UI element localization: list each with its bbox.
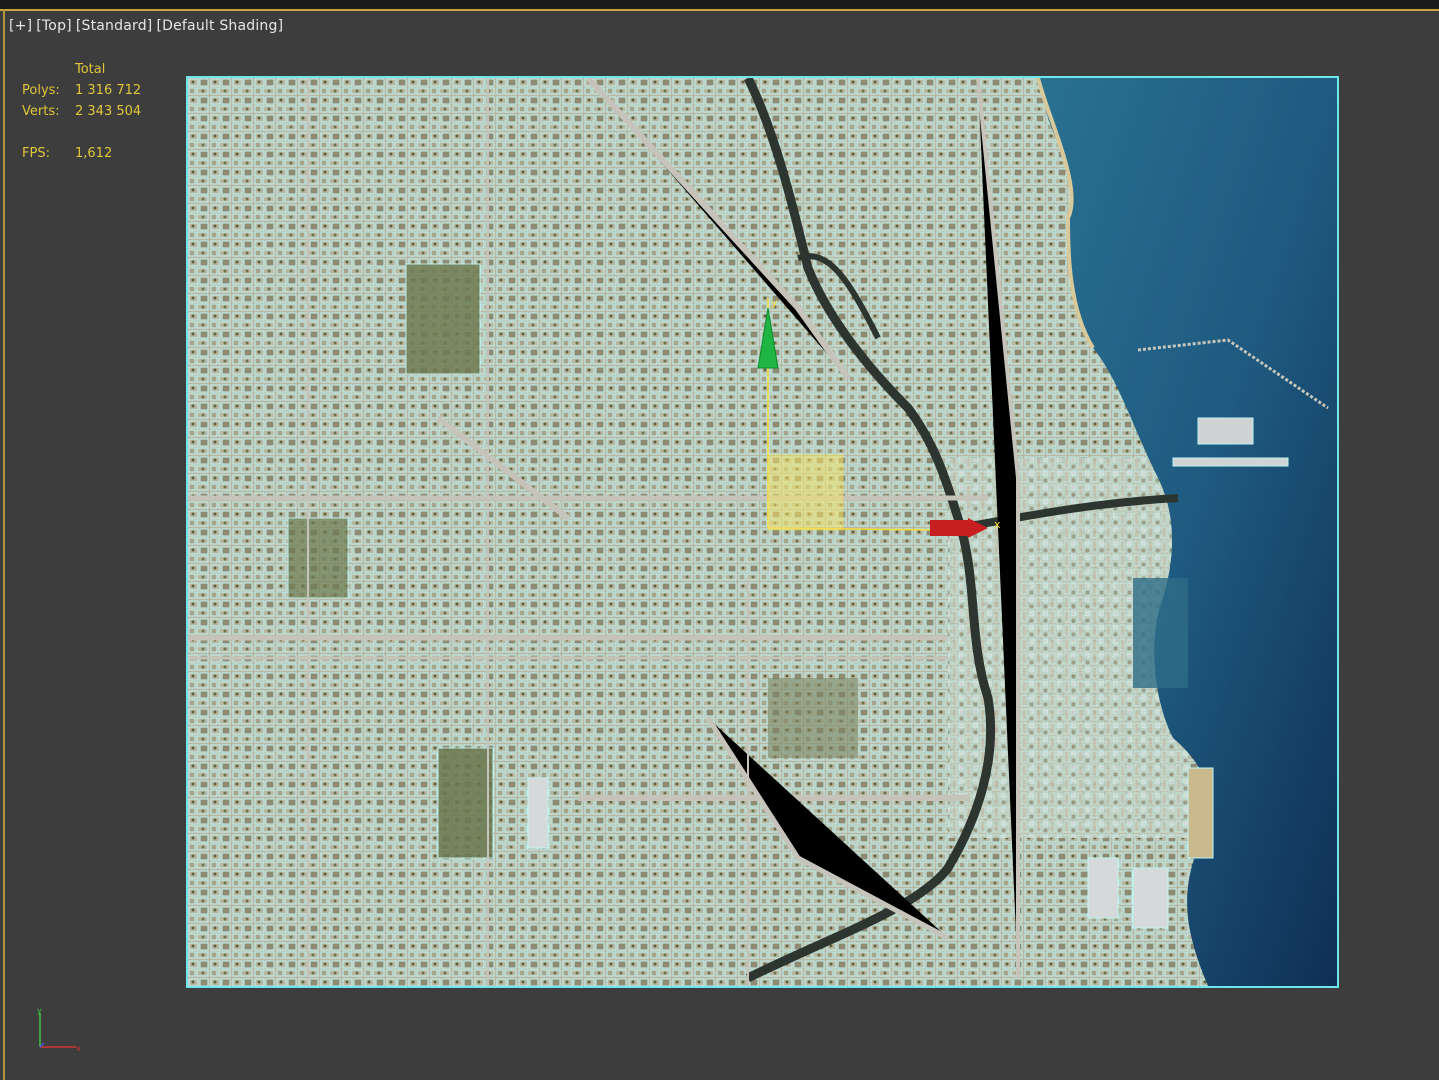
- polys-label: Polys:: [22, 83, 60, 98]
- fps-value: 1,612: [75, 146, 113, 161]
- active-viewport-border-left: [3, 9, 5, 1080]
- polys-count: 1 316 712: [75, 83, 142, 98]
- active-viewport-border-top: [0, 9, 1439, 11]
- gizmo-x-label: x: [994, 518, 1001, 531]
- viewport-label-menu: [+] [Top] [Standard] [Default Shading]: [9, 18, 283, 34]
- svg-text:x: x: [76, 1044, 81, 1053]
- axis-tripod-icon: y x: [37, 1006, 81, 1053]
- viewport-general-menu[interactable]: [+]: [9, 18, 32, 34]
- viewport-top-bar: [0, 0, 1439, 9]
- stats-total-header: Total: [75, 62, 106, 77]
- svg-text:y: y: [37, 1006, 42, 1015]
- top-viewport[interactable]: [+] [Top] [Standard] [Default Shading] T…: [0, 0, 1439, 1080]
- viewport-point-of-view-menu[interactable]: [Top]: [36, 18, 72, 34]
- viewport-shading-mode-menu[interactable]: [Default Shading]: [156, 18, 283, 34]
- fps-label: FPS:: [22, 146, 50, 161]
- verts-label: Verts:: [22, 104, 60, 119]
- viewport-statistics: Total Polys: 1 316 712 Verts: 2 343 504 FP…: [22, 59, 141, 164]
- city-map-render: y x: [188, 78, 1337, 986]
- gizmo-y-label: y: [771, 296, 778, 309]
- city-map-mesh[interactable]: y x: [186, 76, 1339, 988]
- verts-count: 2 343 504: [75, 104, 142, 119]
- viewport-shading-standard-menu[interactable]: [Standard]: [76, 18, 153, 34]
